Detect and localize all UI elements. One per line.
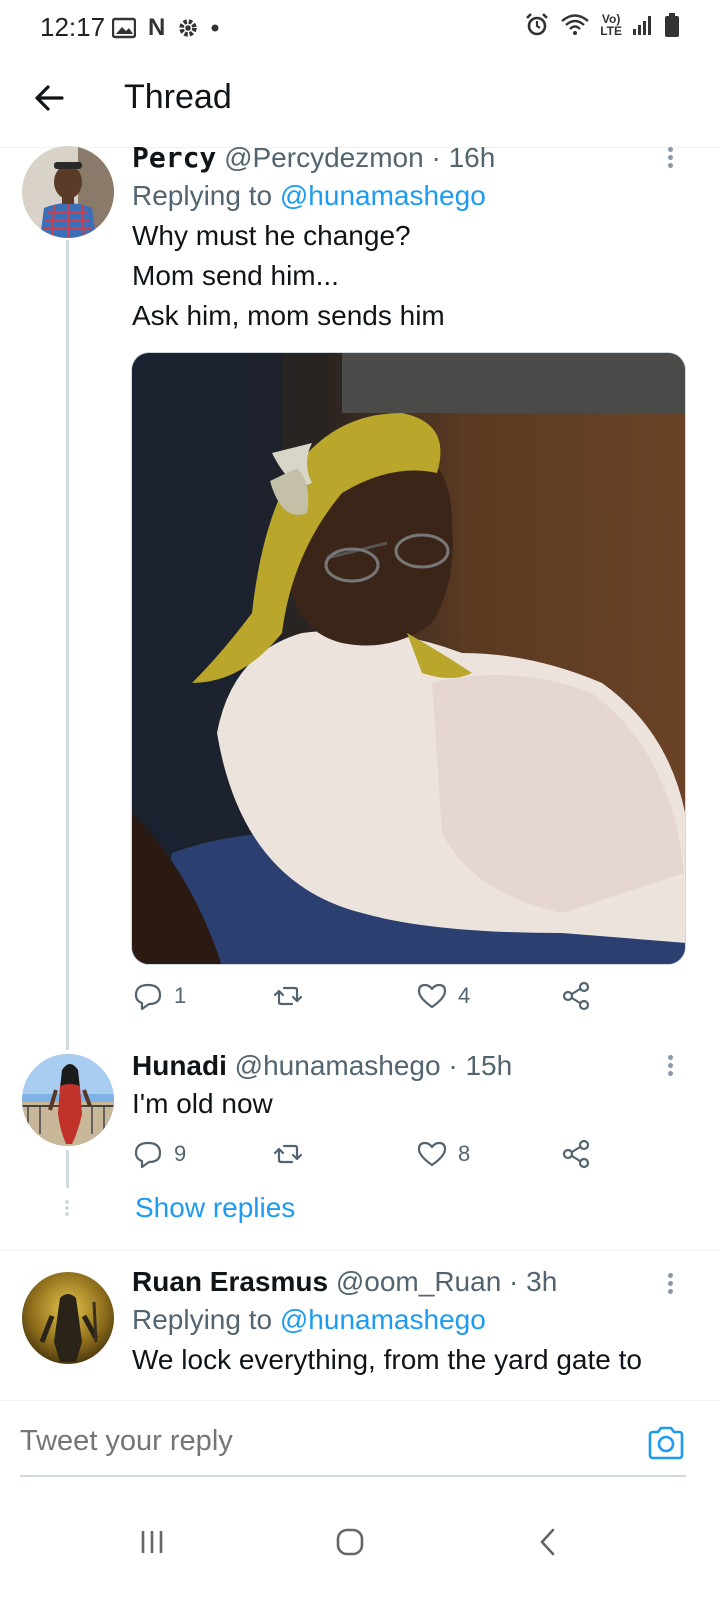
back-icon: [540, 1528, 555, 1556]
tweet-content: Ruan Erasmus @oom_Ruan · 3h Replying to …: [132, 1264, 690, 1380]
camera-icon[interactable]: [646, 1425, 686, 1461]
home-button[interactable]: [320, 1512, 380, 1572]
system-nav-bar: [0, 1490, 720, 1600]
reply-bar: [0, 1400, 720, 1490]
mention-link[interactable]: @hunamashego: [280, 1304, 486, 1335]
author-name[interactable]: Ruan Erasmus: [132, 1266, 328, 1297]
reply-underline: [20, 1475, 686, 1477]
recent-apps-button[interactable]: [122, 1512, 182, 1572]
replying-to: Replying to @hunamashego: [132, 1304, 486, 1335]
tweet-reply-input[interactable]: [20, 1425, 580, 1458]
recent-apps-icon: [141, 1531, 163, 1553]
avatar[interactable]: [22, 1272, 114, 1364]
author-handle[interactable]: @oom_Ruan: [336, 1266, 501, 1297]
system-back-button[interactable]: [518, 1512, 578, 1572]
tweet-time: · 3h: [509, 1266, 558, 1297]
tweet-meta: Ruan Erasmus @oom_Ruan · 3h: [132, 1264, 690, 1300]
tweet-ruan[interactable]: Ruan Erasmus @oom_Ruan · 3h Replying to …: [0, 0, 720, 1400]
home-icon: [336, 1528, 364, 1556]
tweet-text: We lock everything, from the yard gate t…: [132, 1344, 642, 1375]
